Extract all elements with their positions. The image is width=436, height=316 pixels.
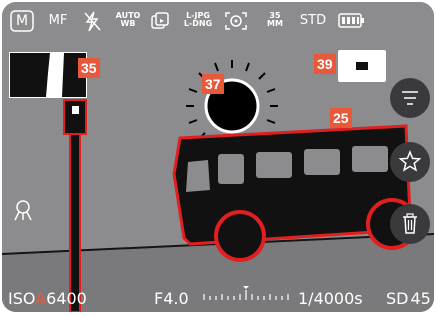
focus-mode-indicator[interactable]: MF bbox=[44, 11, 72, 31]
storage-label: SD bbox=[386, 289, 409, 308]
film-style-indicator[interactable]: STD bbox=[296, 11, 330, 31]
battery-full-icon bbox=[338, 12, 366, 34]
flash-off-icon[interactable] bbox=[82, 10, 102, 36]
focal-length-unit: MM bbox=[267, 19, 283, 28]
focal-length-indicator[interactable]: 35 MM bbox=[264, 12, 286, 28]
exposure-scale-icon bbox=[203, 286, 289, 300]
exposure-scale bbox=[202, 286, 294, 306]
spot-metering-icon[interactable] bbox=[224, 10, 248, 36]
star-icon bbox=[398, 150, 422, 172]
favorite-button[interactable] bbox=[390, 142, 430, 182]
bus-callout-number: 25 bbox=[330, 108, 352, 128]
dng-format-label: L-DNG bbox=[183, 19, 213, 28]
camera-live-view: M MF AUTO WB ▸ L-JPG L-DNG 35 MM STD 35 … bbox=[2, 2, 434, 312]
iso-value: 6400 bbox=[46, 289, 87, 308]
mode-callout-number: 39 bbox=[314, 54, 336, 74]
iso-label: ISO bbox=[8, 289, 36, 308]
white-balance-indicator[interactable]: AUTO WB bbox=[114, 12, 142, 28]
bottom-status-bar: ISOA6400 F4.0 1/4000s SD 45 bbox=[2, 284, 434, 312]
shots-remaining: 45 bbox=[410, 289, 431, 308]
live-view-mode-indicator[interactable] bbox=[338, 50, 386, 82]
sun-callout-number: 37 bbox=[202, 74, 224, 94]
delete-button[interactable] bbox=[390, 204, 430, 244]
aperture-value: F4.0 bbox=[154, 289, 189, 308]
file-format-indicator[interactable]: L-JPG L-DNG bbox=[180, 12, 216, 28]
menu-icon bbox=[402, 91, 418, 105]
focus-peaking-icon[interactable] bbox=[12, 198, 34, 226]
iso-indicator[interactable]: ISOA6400 bbox=[8, 289, 87, 309]
last-image-thumbnail[interactable] bbox=[9, 52, 87, 98]
trash-icon bbox=[403, 213, 417, 234]
exposure-mode-label: M bbox=[15, 13, 29, 29]
wb-label: WB bbox=[120, 19, 136, 28]
shutter-speed-value: 1/4000s bbox=[298, 289, 363, 308]
scene-illustration bbox=[2, 2, 434, 312]
thumbnail-callout-number: 35 bbox=[78, 58, 100, 78]
rectangle-mode-icon bbox=[356, 62, 368, 70]
exposure-mode-indicator[interactable]: M bbox=[10, 10, 34, 32]
svg-text:▸: ▸ bbox=[160, 16, 164, 25]
storage-indicator: SD 45 bbox=[386, 289, 431, 309]
menu-button[interactable] bbox=[390, 78, 430, 118]
top-status-bar: M MF AUTO WB ▸ L-JPG L-DNG 35 MM STD bbox=[2, 2, 434, 40]
thumbnail-image bbox=[10, 53, 86, 97]
continuous-shooting-icon[interactable]: ▸ bbox=[150, 10, 172, 36]
iso-auto-label: A bbox=[35, 289, 47, 308]
